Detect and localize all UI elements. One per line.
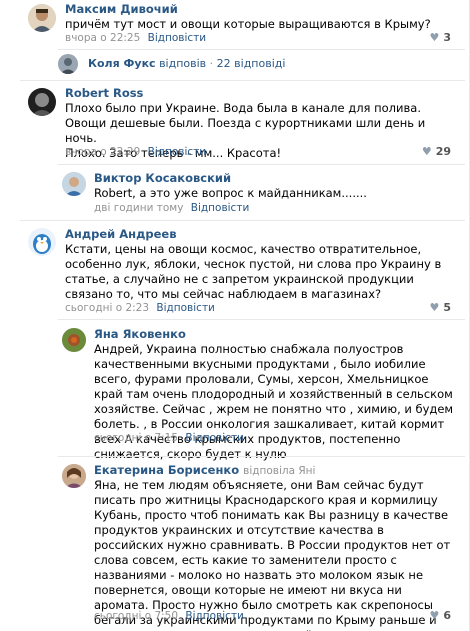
like-button[interactable]: ♥ 3	[429, 31, 451, 44]
like-button[interactable]: ♥ 29	[422, 145, 451, 158]
comments-panel: Максим Дивочий причём тут мост и овощи к…	[0, 0, 470, 631]
comment-meta: сьогодні о 2:23 Відповісти	[65, 302, 215, 314]
comment-time[interactable]: дві години тому	[94, 202, 183, 214]
comment-author[interactable]: Андрей Андреев	[65, 227, 176, 241]
comment-time[interactable]: вчора о 22:25	[65, 32, 140, 44]
divider	[58, 49, 465, 50]
like-count: 29	[435, 145, 451, 158]
divider	[58, 456, 465, 457]
comment-text: Андрей, Украина полностью снабжала полуо…	[94, 342, 454, 461]
comment-text: Яна, не тем людям объясняете, они Вам се…	[94, 478, 451, 631]
thread-replies-link[interactable]: Коля Фукс відповів · 22 відповіді	[88, 57, 285, 70]
comment-author[interactable]: Яна Яковенко	[94, 327, 186, 341]
like-button[interactable]: ♥ 5	[429, 301, 451, 314]
comment-time[interactable]: сьогодні о 7:50	[94, 610, 178, 622]
avatar-ekaterina[interactable]	[62, 464, 86, 488]
comment-author[interactable]: Максим Дивочий	[65, 2, 178, 16]
reply-button[interactable]: Відповісти	[156, 302, 215, 314]
comment-meta: вчора о 22:25 Відповісти	[65, 32, 206, 44]
reply-to-label[interactable]: відповіла Яні	[243, 465, 315, 477]
comment-author[interactable]: Виктор Косаковский	[94, 171, 231, 185]
comment-time[interactable]: вчора о 22:29	[65, 146, 140, 158]
comment-author[interactable]: Robert Ross	[65, 86, 143, 100]
heart-icon: ♥	[429, 31, 440, 44]
reply-button[interactable]: Відповісти	[185, 610, 244, 622]
reply-button[interactable]: Відповісти	[191, 202, 250, 214]
heart-icon: ♥	[421, 145, 432, 158]
heart-icon: ♥	[429, 609, 440, 622]
comment-time[interactable]: сьогодні о 7:15	[94, 432, 178, 444]
reply-button[interactable]: Відповісти	[148, 32, 207, 44]
thread-separator: ·	[209, 57, 214, 70]
comment-text: Robert, а это уже вопрос к майданникам..…	[94, 186, 367, 200]
reply-button[interactable]: Відповісти	[148, 146, 207, 158]
reply-button[interactable]: Відповісти	[185, 432, 244, 444]
comment-author[interactable]: Екатерина Борисенко відповіла Яні	[94, 463, 315, 477]
like-count: 6	[443, 609, 451, 622]
divider	[20, 220, 465, 221]
divider	[58, 164, 465, 165]
avatar-robert[interactable]	[28, 88, 56, 116]
avatar-andrey[interactable]	[28, 228, 56, 256]
thread-action: відповів	[159, 57, 207, 70]
avatar-kolya[interactable]	[58, 54, 78, 74]
divider	[58, 319, 465, 320]
comment-text: причём тут мост и овощи которые выращива…	[65, 17, 431, 31]
heart-icon: ♥	[429, 301, 440, 314]
avatar-maksym[interactable]	[28, 4, 56, 32]
like-count: 5	[443, 301, 451, 314]
avatar-yana[interactable]	[62, 328, 86, 352]
comment-text: Кстати, цены на овощи космос, качество о…	[65, 242, 442, 301]
avatar-viktor[interactable]	[62, 172, 86, 196]
thread-author[interactable]: Коля Фукс	[88, 57, 156, 70]
like-button[interactable]: ♥ 6	[429, 609, 451, 622]
comment-author-name[interactable]: Екатерина Борисенко	[94, 463, 239, 477]
like-count: 3	[443, 31, 451, 44]
comment-time[interactable]: сьогодні о 2:23	[65, 302, 149, 314]
comment-meta: вчора о 22:29 Відповісти	[65, 146, 206, 158]
comment-meta: дві години тому Відповісти	[94, 202, 249, 214]
thread-count[interactable]: 22 відповіді	[217, 57, 286, 70]
divider	[20, 80, 465, 81]
comment-meta: сьогодні о 7:50 Відповісти	[94, 610, 244, 622]
comment-meta: сьогодні о 7:15 Відповісти	[94, 432, 244, 444]
